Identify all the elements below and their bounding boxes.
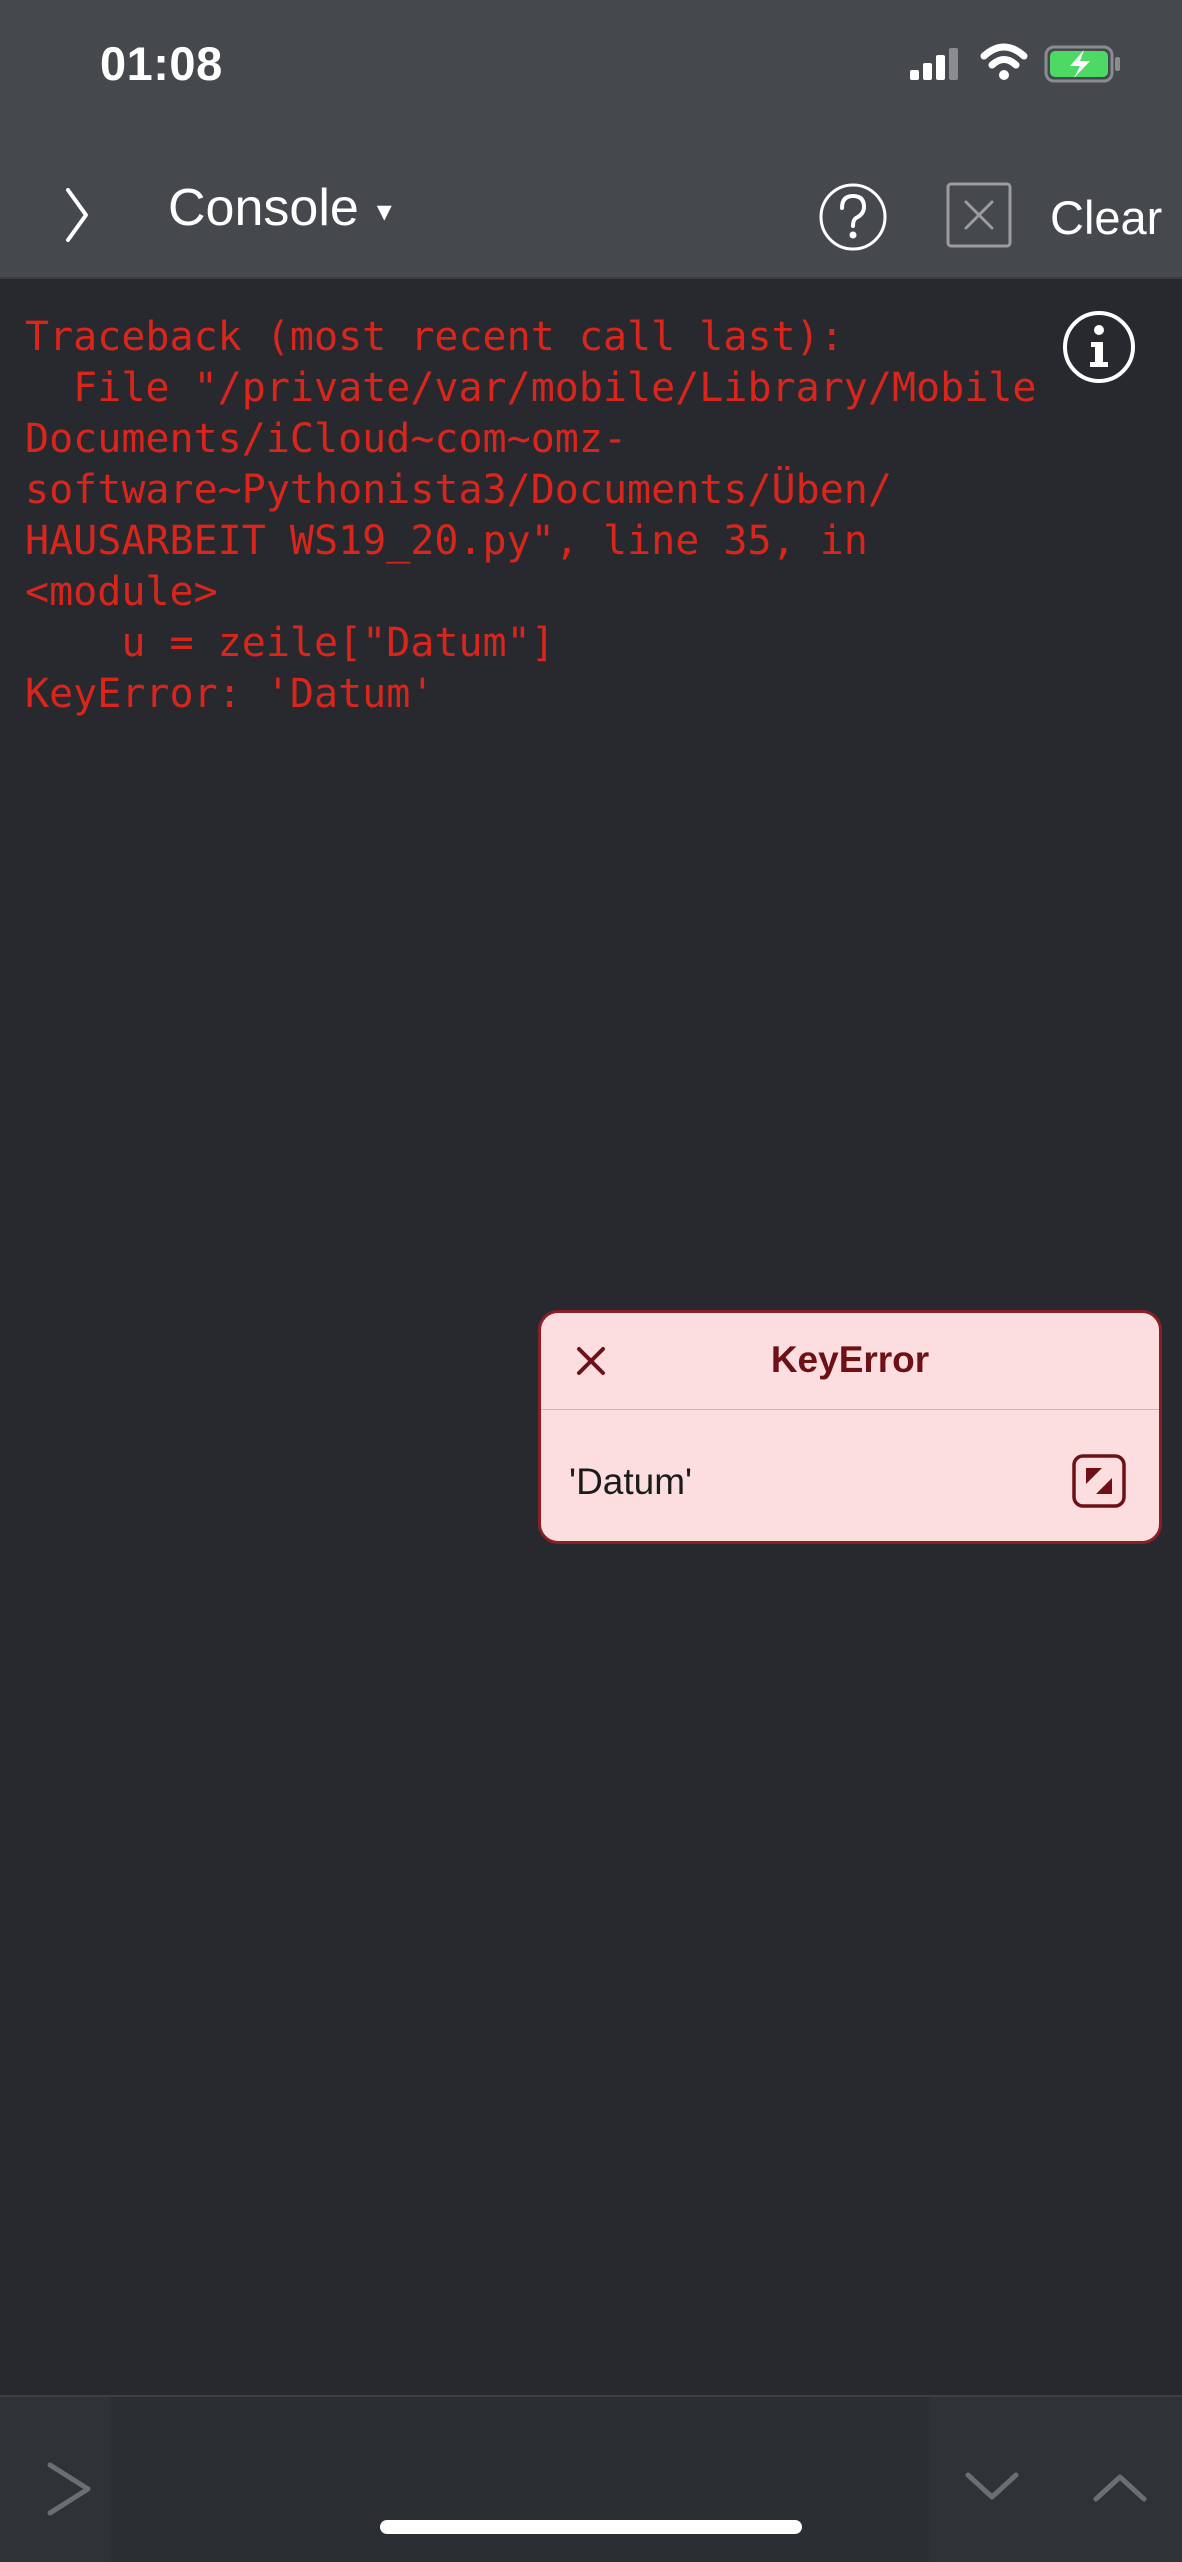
console-line: <module> [25, 569, 218, 615]
chevron-right-icon[interactable] [52, 180, 102, 250]
prompt-chevron-icon [47, 2462, 91, 2516]
console-line: software~Pythonista3/Documents/Üben/ [25, 467, 892, 513]
console-line: u = zeile["Datum"] [25, 620, 555, 666]
chevron-down-icon[interactable] [962, 2467, 1022, 2507]
battery-charging-icon [1044, 45, 1120, 83]
console-line: HAUSARBEIT WS19_20.py", line 35, in [25, 518, 868, 564]
info-circle-icon[interactable] [1062, 310, 1136, 384]
error-popup-message: 'Datum' [569, 1461, 693, 1502]
clear-button[interactable]: Clear [1050, 190, 1162, 245]
console-line: Documents/iCloud~com~omz- [25, 416, 628, 462]
dropdown-caret-icon: ▾ [376, 194, 392, 228]
console-line: KeyError: 'Datum' [25, 671, 435, 717]
console-line: Traceback (most recent call last): [25, 314, 844, 360]
signal-icon [910, 48, 958, 80]
console-mode-selector[interactable]: Console ▾ [168, 178, 392, 238]
wifi-icon [980, 43, 1028, 80]
home-indicator[interactable] [380, 2520, 802, 2534]
console-title: Console [168, 179, 359, 237]
error-popup-header: KeyError [541, 1313, 1159, 1410]
console-line: File "/private/var/mobile/Library/Mobile [25, 365, 1037, 411]
question-circle-icon[interactable] [818, 182, 888, 252]
console-toolbar: Console ▾ Clear [0, 150, 1182, 277]
console-input-field[interactable] [110, 2397, 930, 2562]
console-output: Traceback (most recent call last): File … [25, 312, 1145, 720]
error-popup: KeyError 'Datum' [538, 1310, 1162, 1544]
console-input-bar [0, 2395, 1182, 2562]
chevron-up-icon[interactable] [1090, 2467, 1150, 2507]
error-popup-title: KeyError [770, 1339, 930, 1380]
expand-icon[interactable] [1071, 1453, 1127, 1509]
top-bar: 01:08 Console ▾ Clear [0, 0, 1182, 279]
x-square-icon[interactable] [946, 182, 1012, 248]
status-icons [910, 43, 1120, 83]
